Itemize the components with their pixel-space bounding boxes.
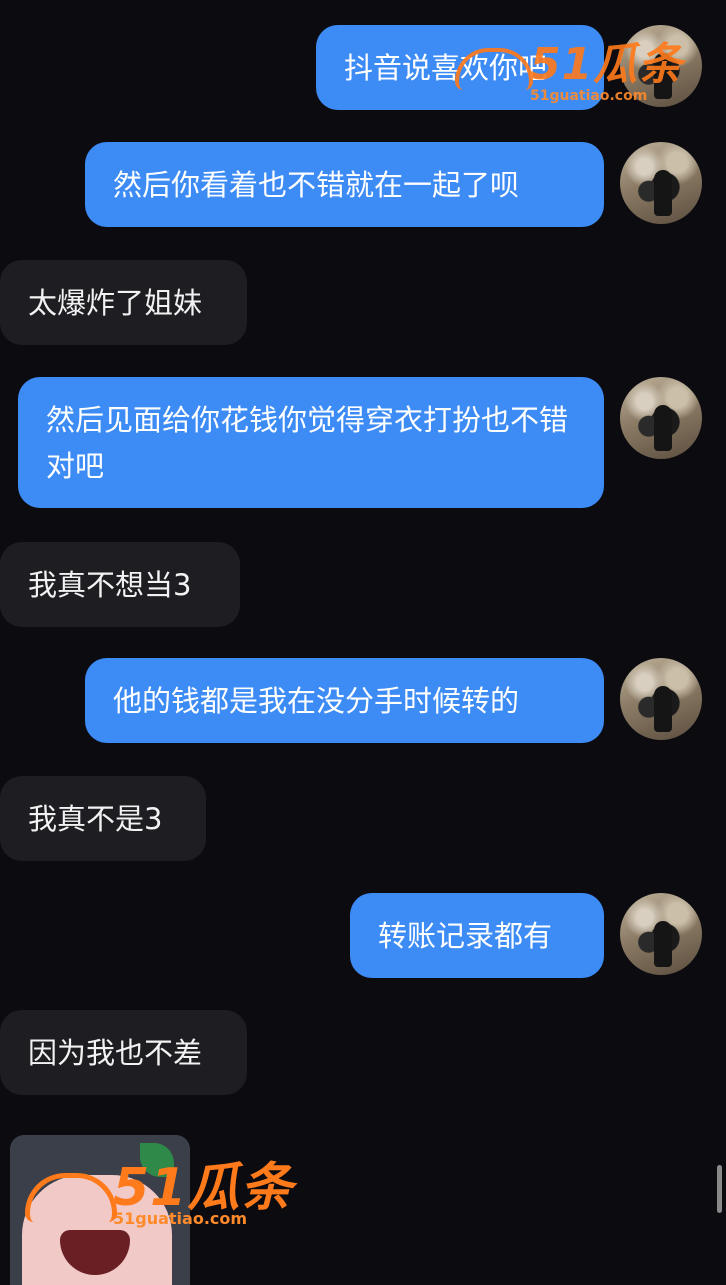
sticker-image[interactable] [10, 1135, 190, 1285]
avatar[interactable] [620, 658, 702, 740]
message-bubble-outgoing[interactable]: 然后见面给你花钱你觉得穿衣打扮也不错对吧 [18, 377, 604, 508]
message-text: 他的钱都是我在没分手时候转的 [113, 684, 520, 718]
message-bubble-incoming[interactable]: 因为我也不差 [0, 1010, 247, 1095]
message-bubble-outgoing[interactable]: 他的钱都是我在没分手时候转的 [85, 658, 604, 743]
scrollbar[interactable] [717, 1165, 722, 1213]
avatar[interactable] [620, 25, 702, 107]
message-bubble-outgoing[interactable]: 抖音说喜欢你吧 [316, 25, 604, 110]
message-bubble-outgoing[interactable]: 然后你看着也不错就在一起了呗 [85, 142, 604, 227]
message-bubble-incoming[interactable]: 我真不想当3 [0, 542, 240, 627]
message-bubble-outgoing[interactable]: 转账记录都有 [350, 893, 604, 978]
message-text: 我真不是3 [28, 802, 163, 836]
message-text: 抖音说喜欢你吧 [344, 51, 548, 85]
message-text: 然后你看着也不错就在一起了呗 [113, 168, 520, 202]
message-text: 我真不想当3 [28, 568, 192, 602]
avatar[interactable] [620, 377, 702, 459]
leaf-icon [140, 1143, 174, 1177]
avatar[interactable] [620, 893, 702, 975]
message-bubble-incoming[interactable]: 太爆炸了姐妹 [0, 260, 247, 345]
message-text: 转账记录都有 [378, 919, 553, 953]
message-text: 然后见面给你花钱你觉得穿衣打扮也不错对吧 [46, 403, 569, 483]
avatar[interactable] [620, 142, 702, 224]
message-text: 因为我也不差 [28, 1036, 203, 1070]
message-bubble-incoming[interactable]: 我真不是3 [0, 776, 206, 861]
message-text: 太爆炸了姐妹 [28, 286, 203, 320]
